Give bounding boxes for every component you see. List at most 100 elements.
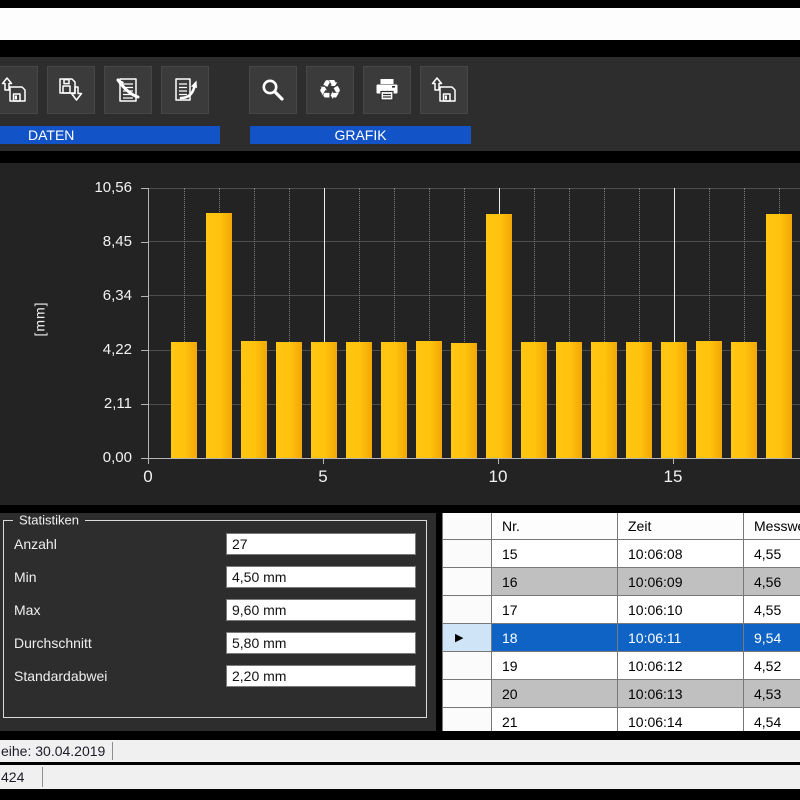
measurement-bar: [626, 342, 652, 458]
magnifier-icon: [259, 76, 287, 104]
stat-value-max[interactable]: [226, 599, 416, 621]
stat-value-anzahl[interactable]: [226, 533, 416, 555]
nr-cell[interactable]: 20: [492, 680, 618, 708]
recycle-icon: ♻: [318, 77, 342, 104]
row-selector-cell[interactable]: ▶: [442, 624, 492, 652]
nr-cell[interactable]: 18: [492, 624, 618, 652]
messwert-cell[interactable]: 4,56: [744, 568, 800, 596]
nr-cell[interactable]: 17: [492, 596, 618, 624]
row-selector-cell[interactable]: [442, 540, 492, 568]
column-header-rowheader[interactable]: [442, 513, 492, 540]
current-row-arrow-icon: ▶: [455, 631, 463, 644]
status-separator: [42, 767, 43, 787]
x-axis-tick: [148, 459, 149, 464]
y-tick-label: 2,11: [70, 396, 132, 411]
table-row[interactable]: 2110:06:144,54: [442, 708, 800, 731]
chart-panel: [mm] 0,002,114,226,348,4510,56051015: [0, 163, 800, 505]
nr-cell[interactable]: 21: [492, 708, 618, 731]
save-data-button[interactable]: [47, 66, 95, 114]
messwert-cell[interactable]: 4,55: [744, 540, 800, 568]
measurement-bar: [381, 342, 407, 458]
measurement-bar: [486, 214, 512, 458]
messwert-cell[interactable]: 4,53: [744, 680, 800, 708]
zeit-cell[interactable]: 10:06:12: [618, 652, 744, 680]
stat-value-standardabwei[interactable]: [226, 665, 416, 687]
measurement-bar: [521, 342, 547, 458]
measurement-bar: [591, 342, 617, 458]
export-data-button[interactable]: [161, 66, 209, 114]
table-row[interactable]: 1710:06:104,55: [442, 596, 800, 624]
status-separator: [112, 742, 113, 760]
x-tick-label: 15: [651, 467, 695, 487]
y-axis-tick: [141, 404, 148, 405]
messwert-cell[interactable]: 9,54: [744, 624, 800, 652]
table-row[interactable]: ▶ 1810:06:119,54: [442, 624, 800, 652]
measurement-bar: [346, 342, 372, 458]
measurement-bar: [556, 342, 582, 458]
messwert-cell[interactable]: 4,55: [744, 596, 800, 624]
column-header-Nr.[interactable]: Nr.: [492, 513, 618, 540]
print-button[interactable]: [363, 66, 411, 114]
measurement-table[interactable]: Nr.ZeitMesswert1510:06:084,551610:06:094…: [442, 513, 800, 731]
table-row[interactable]: 2010:06:134,53: [442, 680, 800, 708]
table-row[interactable]: 1610:06:094,56: [442, 568, 800, 596]
messwert-cell[interactable]: 4,54: [744, 708, 800, 731]
zeit-cell[interactable]: 10:06:14: [618, 708, 744, 731]
measurement-bar: [696, 341, 722, 458]
table-row[interactable]: 1510:06:084,55: [442, 540, 800, 568]
zeit-cell[interactable]: 10:06:13: [618, 680, 744, 708]
column-header-Zeit[interactable]: Zeit: [618, 513, 744, 540]
floppy-save-icon: [57, 76, 85, 104]
measurement-bar: [311, 342, 337, 458]
row-selector-cell[interactable]: [442, 652, 492, 680]
messwert-cell[interactable]: 4,52: [744, 652, 800, 680]
floppy-load-icon: [0, 76, 28, 104]
export-data-icon: [171, 76, 199, 104]
status-bar-bottom: 424: [0, 765, 800, 789]
zeit-cell[interactable]: 10:06:11: [618, 624, 744, 652]
x-tick-label: 0: [126, 467, 170, 487]
measurement-bar: [171, 342, 197, 458]
zeit-cell[interactable]: 10:06:09: [618, 568, 744, 596]
zeit-cell[interactable]: 10:06:08: [618, 540, 744, 568]
table-row[interactable]: 1910:06:124,52: [442, 652, 800, 680]
nr-cell[interactable]: 19: [492, 652, 618, 680]
x-axis-tick: [498, 459, 499, 464]
device-id-status: 424: [1, 765, 24, 789]
measurement-bar: [766, 214, 792, 458]
measurement-bar: [731, 342, 757, 458]
statistics-panel: Statistiken AnzahlMinMaxDurchschnittStan…: [0, 513, 436, 731]
app-window: ♻ DATEN GRAFIK [mm] 0,002,114,226,348,45…: [0, 0, 800, 800]
table-header-row: Nr.ZeitMesswert: [442, 513, 800, 540]
daten-group-label: DATEN: [0, 126, 220, 144]
floppy-load-icon: [430, 76, 458, 104]
toolbar-group-grafik: ♻: [249, 66, 468, 114]
y-tick-label: 8,45: [70, 234, 132, 249]
measurement-bar: [276, 342, 302, 458]
row-selector-cell[interactable]: [442, 596, 492, 624]
stat-value-min[interactable]: [226, 566, 416, 588]
measurement-bar: [206, 213, 232, 458]
nr-cell[interactable]: 16: [492, 568, 618, 596]
y-gridline: [149, 295, 800, 296]
refresh-button[interactable]: ♻: [306, 66, 354, 114]
row-selector-cell[interactable]: [442, 568, 492, 596]
x-tick-label: 5: [301, 467, 345, 487]
row-selector-cell[interactable]: [442, 680, 492, 708]
y-tick-label: 4,22: [70, 342, 132, 357]
zeit-cell[interactable]: 10:06:10: [618, 596, 744, 624]
chart-y-axis-unit-label: [mm]: [32, 301, 48, 336]
zoom-button[interactable]: [249, 66, 297, 114]
statistics-groupbox: Statistiken AnzahlMinMaxDurchschnittStan…: [3, 520, 427, 718]
y-tick-label: 6,34: [70, 288, 132, 303]
measurement-bar: [416, 341, 442, 458]
x-tick-label: 10: [476, 467, 520, 487]
column-header-Messwert[interactable]: Messwert: [744, 513, 800, 540]
load-data-button[interactable]: [0, 66, 38, 114]
row-selector-cell[interactable]: [442, 708, 492, 731]
nr-cell[interactable]: 15: [492, 540, 618, 568]
stat-value-durchschnitt[interactable]: [226, 632, 416, 654]
save-graphic-button[interactable]: [420, 66, 468, 114]
clear-data-button[interactable]: [104, 66, 152, 114]
stat-label-max: Max: [14, 599, 40, 621]
